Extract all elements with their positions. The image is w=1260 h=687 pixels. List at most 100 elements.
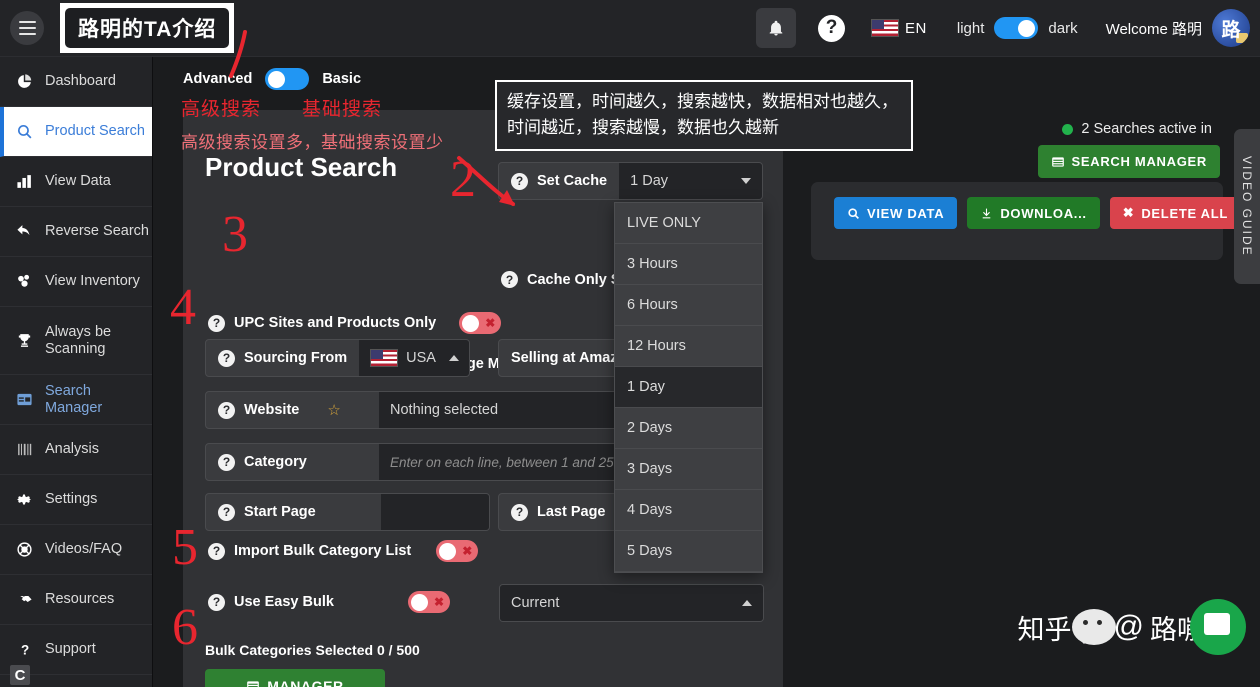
mode-advanced-label: Advanced: [183, 71, 253, 87]
sidebar-item-resources[interactable]: Resources: [0, 575, 152, 625]
sidebar-item-view-inventory[interactable]: View Inventory: [0, 257, 152, 307]
help-icon-set-cache[interactable]: ?: [511, 172, 528, 190]
help-icon-cache-only[interactable]: ?: [501, 271, 518, 288]
dropdown-option[interactable]: 4 Days: [615, 490, 762, 531]
chevron-up-icon: [742, 600, 752, 606]
dropdown-option[interactable]: 3 Days: [615, 449, 762, 490]
hamburger-icon[interactable]: [10, 11, 44, 45]
easy-bulk-value-wrap[interactable]: Current: [500, 585, 763, 621]
reply-arrow-icon: [15, 223, 34, 240]
sourcing-from-field[interactable]: ? Sourcing From USA: [205, 339, 470, 377]
sidebar-item-reverse-search[interactable]: Reverse Search: [0, 207, 152, 257]
chevron-down-icon: [741, 178, 751, 184]
notifications-button[interactable]: [756, 8, 797, 48]
search-mode-switch: Advanced Basic: [183, 68, 361, 90]
avatar[interactable]: 路: [1212, 9, 1250, 47]
video-guide-tab[interactable]: VIDEO GUIDE: [1234, 129, 1260, 284]
mode-toggle[interactable]: [265, 68, 310, 90]
start-page-field[interactable]: ? Start Page: [205, 493, 490, 531]
delete-all-label: DELETE ALL: [1141, 205, 1229, 221]
sidebar-item-label: Always be Scanning: [45, 323, 112, 357]
sidebar-item-label: Dashboard: [45, 73, 116, 90]
sidebar-item-analysis[interactable]: Analysis: [0, 425, 152, 475]
pie-chart-icon: [15, 73, 34, 90]
download-arrow-icon: [980, 207, 993, 220]
set-cache-value: 1 Day: [630, 173, 669, 189]
use-easy-bulk-toggle[interactable]: ✖: [407, 591, 450, 613]
start-page-input[interactable]: [381, 494, 489, 530]
star-icon[interactable]: ☆: [327, 401, 340, 419]
sourcing-from-label-wrap: ? Sourcing From: [206, 340, 359, 376]
help-icon-category[interactable]: ?: [218, 453, 235, 471]
logo: 路明的TA介绍: [60, 3, 235, 53]
sidebar-item-product-search[interactable]: Product Search: [0, 107, 152, 157]
download-button[interactable]: DOWNLOA...: [967, 197, 1100, 229]
set-cache-label-wrap: ? Set Cache: [499, 163, 619, 199]
easy-bulk-select[interactable]: Current: [499, 584, 764, 622]
bulk-count-label: Bulk Categories Selected 0 / 500: [205, 642, 420, 658]
sourcing-from-value-wrap[interactable]: USA: [359, 340, 469, 376]
help-icon-upc-only[interactable]: ?: [208, 314, 225, 332]
upc-only-row: ? UPC Sites and Products Only ✖: [208, 312, 502, 334]
help-icon-import-bulk[interactable]: ?: [208, 542, 225, 560]
help-icon-easy-bulk[interactable]: ?: [208, 593, 225, 611]
sidebar-item-settings[interactable]: Settings: [0, 475, 152, 525]
app-root: 路明的TA介绍 ? EN light dark Welcome 路明 路 Das…: [0, 0, 1260, 687]
set-cache-field[interactable]: ? Set Cache 1 Day: [498, 162, 763, 200]
website-label: Website: [244, 402, 300, 418]
sidebar-item-label: Resources: [45, 591, 115, 608]
help-icon-last-page[interactable]: ?: [511, 503, 528, 521]
dropdown-option-selected[interactable]: 1 Day: [615, 367, 762, 408]
delete-all-button[interactable]: ✖ DELETE ALL: [1109, 197, 1242, 229]
search-icon: [847, 207, 860, 220]
sidebar-item-view-data[interactable]: View Data: [0, 157, 152, 207]
lifebuoy-icon: [15, 541, 34, 558]
watermark: 知乎 @ 路嘣: [1018, 599, 1246, 655]
help-icon-website[interactable]: ?: [218, 401, 235, 419]
dropdown-option[interactable]: 5 Days: [615, 531, 762, 572]
dropdown-option[interactable]: 2 Days: [615, 408, 762, 449]
dropdown-option[interactable]: LIVE ONLY: [615, 203, 762, 244]
dropdown-option[interactable]: 12 Hours: [615, 326, 762, 367]
avatar-initial: 路: [1221, 19, 1241, 41]
question-mark-icon: ?: [15, 641, 34, 658]
use-easy-bulk-label: Use Easy Bulk: [234, 594, 334, 610]
help-icon-sourcing[interactable]: ?: [218, 349, 235, 367]
cache-only-row: ? Cache Only Se: [501, 271, 629, 288]
sidebar-item-always-be-scanning[interactable]: Always be Scanning: [0, 307, 152, 375]
theme-dark-label: dark: [1048, 19, 1078, 37]
help-icon[interactable]: ?: [818, 14, 846, 42]
dropdown-option[interactable]: 6 Hours: [615, 285, 762, 326]
search-manager-button[interactable]: SEARCH MANAGER: [1037, 145, 1220, 178]
view-data-button[interactable]: VIEW DATA: [834, 197, 958, 229]
sourcing-from-value: USA: [406, 350, 436, 366]
set-cache-value-wrap[interactable]: 1 Day: [619, 163, 762, 199]
status-dot-icon: [1062, 123, 1074, 135]
upc-only-toggle[interactable]: ✖: [459, 312, 502, 334]
download-label: DOWNLOA...: [1000, 205, 1087, 221]
view-data-label: VIEW DATA: [867, 205, 945, 221]
close-icon: ✖: [1122, 205, 1135, 220]
sidebar-item-label: Product Search: [45, 123, 145, 140]
upc-only-label: UPC Sites and Products Only: [234, 315, 437, 331]
us-flag-icon: [370, 349, 399, 367]
list-panel-icon: [15, 391, 34, 408]
manager-button[interactable]: MANAGER: [205, 669, 385, 687]
wechat-green-icon: [1190, 599, 1246, 655]
set-cache-dropdown[interactable]: LIVE ONLY 3 Hours 6 Hours 12 Hours 1 Day…: [614, 202, 763, 573]
corner-badge[interactable]: C: [10, 665, 30, 685]
sidebar-item-search-manager[interactable]: Search Manager: [0, 375, 152, 425]
set-cache-label: Set Cache: [537, 173, 608, 189]
help-icon-start-page[interactable]: ?: [218, 503, 235, 521]
website-label-wrap: ? Website ☆: [206, 392, 379, 428]
sidebar-item-videos-faq[interactable]: Videos/FAQ: [0, 525, 152, 575]
theme-toggle[interactable]: [994, 17, 1039, 39]
dropdown-option[interactable]: 3 Hours: [615, 244, 762, 285]
language-selector[interactable]: EN: [871, 19, 927, 37]
sidebar-item-dashboard[interactable]: Dashboard: [0, 57, 152, 107]
import-bulk-toggle[interactable]: ✖: [436, 540, 479, 562]
import-bulk-row: ? Import Bulk Category List ✖: [208, 540, 479, 562]
language-label: EN: [905, 19, 927, 37]
sidebar-item-label: Reverse Search: [45, 223, 149, 240]
bar-chart-icon: [15, 173, 34, 190]
